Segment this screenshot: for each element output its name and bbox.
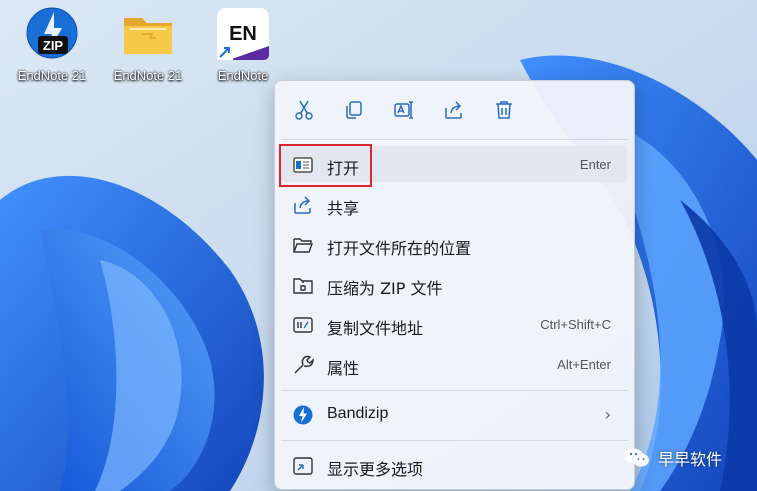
menu-item-compress-zip[interactable]: 压缩为 ZIP 文件 bbox=[280, 266, 627, 302]
desktop-icon-label: EndNote 21 bbox=[113, 68, 183, 83]
menu-item-more-options[interactable]: 显示更多选项 bbox=[280, 447, 627, 483]
desktop-icon-endnote-zip[interactable]: ZIP EndNote 21 bbox=[5, 6, 99, 83]
menu-item-shortcut: Alt+Enter bbox=[557, 357, 611, 372]
desktop-icon-endnote-shortcut[interactable]: EN EndNote bbox=[196, 6, 290, 83]
chevron-right-icon: › bbox=[604, 405, 611, 424]
delete-icon[interactable] bbox=[489, 95, 519, 125]
menu-item-label: 复制文件地址 bbox=[327, 319, 424, 338]
folder-open-icon bbox=[292, 234, 314, 256]
menu-item-label: 共享 bbox=[327, 199, 360, 218]
menu-item-label: 压缩为 ZIP 文件 bbox=[327, 279, 443, 298]
zip-badge-text: ZIP bbox=[43, 38, 64, 53]
menu-item-share[interactable]: 共享 bbox=[280, 186, 627, 222]
menu-item-shortcut: Enter bbox=[579, 157, 611, 172]
menu-divider bbox=[281, 440, 628, 441]
menu-item-label: 属性 bbox=[327, 359, 360, 378]
menu-item-copy-path[interactable]: 复制文件地址 Ctrl+Shift+C bbox=[280, 306, 627, 342]
desktop-icon-label: EndNote 21 bbox=[17, 68, 87, 83]
highlight-box bbox=[279, 144, 372, 187]
desktop-icon-endnote-folder[interactable]: EndNote 21 bbox=[101, 6, 195, 83]
zip-folder-icon bbox=[292, 274, 314, 296]
cut-icon[interactable] bbox=[289, 95, 319, 125]
endnote-app-icon: EN bbox=[215, 6, 271, 62]
menu-item-label: 打开文件所在的位置 bbox=[327, 239, 472, 258]
context-menu-toolbar bbox=[275, 81, 634, 139]
wechat-icon bbox=[625, 448, 650, 467]
rename-icon[interactable] bbox=[389, 95, 419, 125]
copy-path-icon bbox=[292, 314, 314, 336]
more-options-icon bbox=[292, 455, 314, 477]
menu-divider bbox=[281, 390, 628, 391]
menu-item-label: 显示更多选项 bbox=[327, 460, 424, 479]
folder-icon bbox=[120, 6, 176, 62]
menu-item-properties[interactable]: 属性 Alt+Enter bbox=[280, 346, 627, 382]
menu-divider bbox=[281, 139, 628, 140]
bandizip-icon bbox=[292, 404, 314, 426]
wrench-icon bbox=[292, 354, 314, 376]
menu-item-label: Bandizip bbox=[327, 405, 389, 422]
menu-item-bandizip[interactable]: Bandizip › bbox=[280, 396, 627, 432]
menu-item-open-location[interactable]: 打开文件所在的位置 bbox=[280, 226, 627, 262]
watermark: 早早软件 bbox=[624, 446, 722, 470]
context-menu: 打开 Enter 共享 打开文件所在的位置 压缩为 ZIP 文件 复制文件地址 … bbox=[274, 80, 635, 490]
bandizip-zip-icon: ZIP bbox=[24, 6, 80, 62]
share-icon[interactable] bbox=[439, 95, 469, 125]
copy-icon[interactable] bbox=[339, 95, 369, 125]
menu-item-shortcut: Ctrl+Shift+C bbox=[540, 317, 611, 332]
endnote-badge-text: EN bbox=[229, 23, 257, 45]
share-icon bbox=[292, 194, 314, 216]
watermark-text: 早早软件 bbox=[658, 450, 723, 469]
